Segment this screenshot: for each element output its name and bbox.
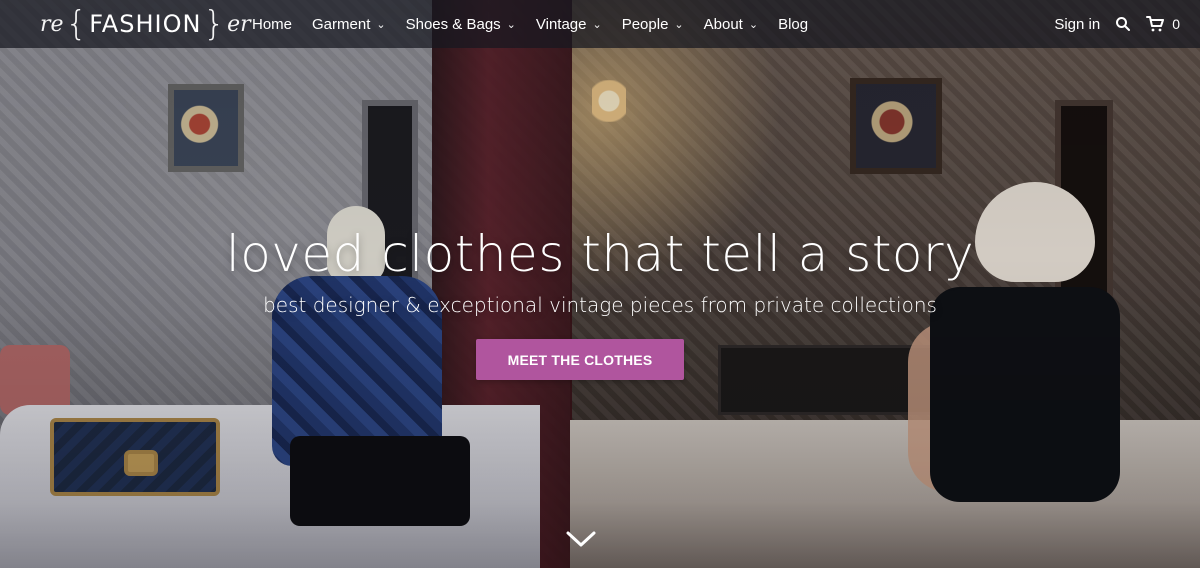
nav-item-vintage[interactable]: Vintage ⌄ bbox=[536, 0, 602, 48]
nav-item-people[interactable]: People ⌄ bbox=[622, 0, 684, 48]
hero-copy: loved clothes that tell a story best des… bbox=[0, 225, 1200, 317]
brand-suffix: er bbox=[227, 11, 251, 37]
main-nav: Home Garment ⌄ Shoes & Bags ⌄ Vintage ⌄ … bbox=[252, 0, 828, 48]
cart-button[interactable]: 0 bbox=[1146, 15, 1180, 33]
nav-item-label: Home bbox=[252, 15, 293, 33]
hero-headline: loved clothes that tell a story bbox=[225, 225, 975, 283]
nav-item-home[interactable]: Home bbox=[252, 0, 292, 48]
nav-item-label: About bbox=[703, 15, 743, 33]
brand-prefix: re bbox=[40, 11, 64, 37]
chevron-down-icon: ⌄ bbox=[748, 18, 759, 31]
top-navigation-bar: re { FASHION } er Home Garment ⌄ Shoes &… bbox=[0, 0, 1200, 48]
nav-item-garment[interactable]: Garment ⌄ bbox=[312, 0, 386, 48]
meet-the-clothes-button[interactable]: MEET THE CLOTHES bbox=[476, 339, 684, 380]
header-actions: Sign in 0 bbox=[1054, 0, 1180, 48]
brace-left-icon: { bbox=[65, 4, 88, 44]
cart-count: 0 bbox=[1172, 16, 1180, 32]
hero-subheadline: best designer & exceptional vintage piec… bbox=[263, 293, 937, 317]
cart-icon bbox=[1146, 15, 1165, 33]
nav-item-label: People bbox=[621, 15, 669, 33]
chevron-down-icon: ⌄ bbox=[592, 18, 602, 31]
nav-item-label: Shoes & Bags bbox=[405, 15, 501, 33]
nav-item-about[interactable]: About ⌄ bbox=[704, 0, 758, 48]
nav-item-label: Vintage bbox=[535, 15, 587, 33]
nav-item-label: Garment bbox=[312, 15, 371, 33]
nav-item-shoes-bags[interactable]: Shoes & Bags ⌄ bbox=[406, 0, 516, 48]
brace-right-icon: } bbox=[203, 4, 226, 44]
chevron-down-icon: ⌄ bbox=[376, 18, 386, 31]
sign-in-link[interactable]: Sign in bbox=[1054, 16, 1100, 33]
chevron-down-icon bbox=[564, 529, 598, 554]
nav-item-blog[interactable]: Blog bbox=[778, 0, 808, 48]
chevron-down-icon: ⌄ bbox=[506, 18, 516, 31]
brand-core: FASHION bbox=[89, 10, 202, 38]
scroll-down-button[interactable] bbox=[562, 522, 600, 560]
chevron-down-icon: ⌄ bbox=[674, 18, 684, 31]
brand-logo[interactable]: re { FASHION } er bbox=[40, 4, 251, 44]
search-icon[interactable] bbox=[1114, 15, 1132, 33]
nav-item-label: Blog bbox=[778, 15, 809, 33]
